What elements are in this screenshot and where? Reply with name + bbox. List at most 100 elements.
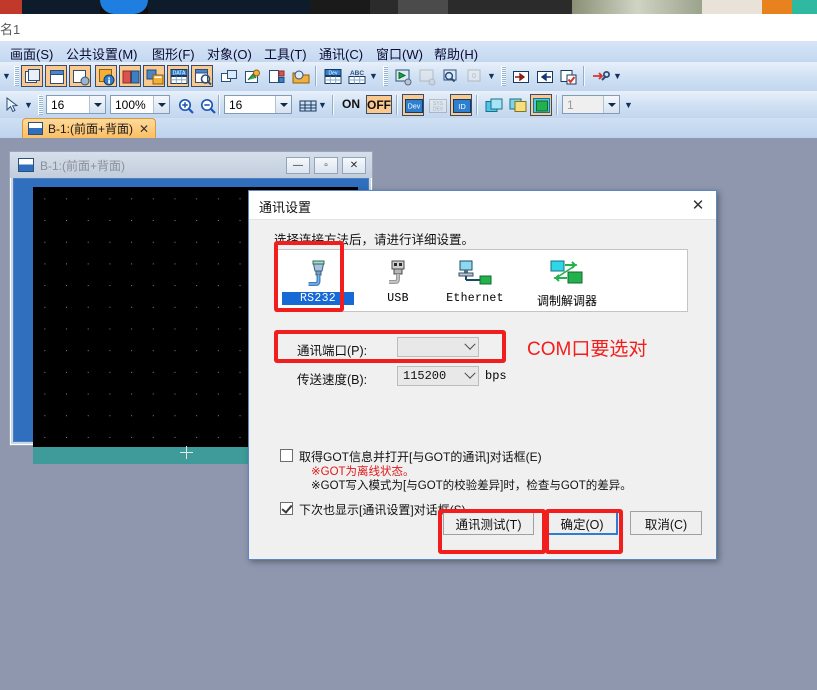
svg-text:0: 0 [472,73,476,80]
verify-with-got-button[interactable] [557,65,579,87]
abc-text-button[interactable]: ABC [345,65,367,87]
rs232-connector-icon [282,250,354,292]
menu-item-object[interactable]: 对象(O) [205,44,254,63]
simulator-info-button[interactable]: 0 [463,65,485,87]
screen-icon [28,122,43,135]
close-icon[interactable]: ✕ [139,123,149,135]
toolbar-drag-grip[interactable] [383,66,388,86]
open-screen-button[interactable] [45,65,67,87]
connection-method-group: RS232 USB Ethernet 调制解调器 [275,249,688,312]
toolbar-drag-grip[interactable] [14,66,19,86]
grid-display-button[interactable] [296,94,318,116]
menu-item-figure[interactable]: 图形(F) [150,44,197,63]
menu-item-communication[interactable]: 通讯(C) [317,44,365,63]
baud-combo[interactable]: 115200 [397,366,479,386]
export-folder-button[interactable] [289,65,311,87]
toolbar-overflow-chevron[interactable]: ▼ [2,68,11,84]
connection-label-rs232: RS232 [282,292,354,305]
comment-list-button[interactable] [143,65,165,87]
toolbar-separator [218,95,220,115]
connection-label-modem: 调制解调器 [536,294,597,308]
toolbar-separator [396,95,398,115]
connection-option-modem[interactable]: 调制解调器 [524,250,610,311]
maximize-icon[interactable]: ▫ [314,156,338,174]
toolbar-overflow-chevron[interactable]: ▼ [487,68,496,84]
menu-item-tools[interactable]: 工具(T) [262,44,309,63]
chevron-down-icon[interactable] [603,96,619,113]
toolbar-overflow-chevron[interactable]: ▼ [613,68,622,84]
simulator-start-button[interactable] [391,65,413,87]
grid-size-combo[interactable]: 16 [224,95,292,114]
close-icon[interactable]: ✕ [342,156,366,174]
toolbar-overflow-chevron[interactable]: ▼ [369,68,378,84]
data-list-button[interactable]: DATA [167,65,189,87]
toolbar-drag-grip[interactable] [38,95,43,115]
menu-item-screen[interactable]: 画面(S) [8,44,55,63]
document-tab-b1[interactable]: B-1:(前面+背面) ✕ [22,118,157,138]
desktop-strip-segment [0,0,22,14]
zoom-level-combo[interactable]: 100% [110,95,170,114]
chevron-down-icon[interactable] [89,96,105,113]
menu-item-common[interactable]: 公共设置(M) [64,44,140,63]
screen-property-button[interactable] [69,65,91,87]
object-id-button[interactable]: ID [450,94,472,116]
close-icon[interactable]: ✕ [680,191,716,219]
toolbar-overflow-chevron[interactable]: ▼ [24,97,33,113]
chevron-down-icon[interactable] [153,96,169,113]
toolbar-overflow-chevron[interactable]: ▼ [624,97,633,113]
project-tree-button[interactable] [265,65,287,87]
refresh-screen-button[interactable] [241,65,263,87]
library-book-button[interactable] [119,65,141,87]
port-combo[interactable] [397,337,479,357]
layer-front-button[interactable] [506,94,528,116]
communication-test-button[interactable]: 通讯测试(T) [443,511,534,535]
simulator-stop-button[interactable] [415,65,437,87]
toolbar-drag-grip[interactable] [501,66,506,86]
connection-option-ethernet[interactable]: Ethernet [439,250,511,311]
font-size-value: 16 [51,97,65,112]
modem-icon [524,250,610,292]
layer-select-combo[interactable]: 1 [562,95,620,114]
device-label-button[interactable]: Dev [402,94,424,116]
grid-dropdown-chevron[interactable]: ▼ [318,97,327,113]
layer-back-button[interactable] [482,94,504,116]
chevron-down-icon[interactable] [461,367,478,385]
zoom-in-button[interactable] [174,94,196,116]
layer-all-button[interactable] [530,94,552,116]
preview-search-button[interactable] [191,65,213,87]
checkbox-show-next-time[interactable] [280,502,293,515]
system-device-label-button[interactable]: SYS DEV [426,94,448,116]
ok-button[interactable]: 确定(O) [546,511,618,535]
communication-settings-button[interactable] [589,65,611,87]
chevron-down-icon[interactable] [275,96,291,113]
chevron-down-icon[interactable] [461,338,478,356]
desktop-strip-segment [310,0,370,14]
menu-item-help[interactable]: 帮助(H) [432,44,480,63]
svg-text:ID: ID [458,102,466,111]
read-from-got-button[interactable] [533,65,555,87]
desktop-strip-segment [572,0,702,14]
system-environment-button[interactable] [95,65,117,87]
state-on-button[interactable]: ON [338,95,364,114]
state-off-button[interactable]: OFF [366,95,392,114]
baud-value: 115200 [403,369,447,383]
cancel-button[interactable]: 取消(C) [630,511,702,535]
checkbox-get-got-info[interactable] [280,449,293,462]
connection-option-rs232[interactable]: RS232 [282,250,354,311]
usb-connector-icon [362,250,434,292]
menu-item-window[interactable]: 窗口(W) [374,44,425,63]
desktop-strip-segment [100,0,148,14]
select-tool-button[interactable] [0,93,22,115]
write-to-got-button[interactable] [509,65,531,87]
zoom-out-button[interactable] [196,94,218,116]
simulator-settings-button[interactable] [439,65,461,87]
connection-option-usb[interactable]: USB [362,250,434,311]
minimize-icon[interactable]: — [286,156,310,174]
document-tab-strip: B-1:(前面+背面) ✕ [0,118,817,139]
window-arrange-button[interactable] [217,65,239,87]
ethernet-network-icon [439,250,511,292]
device-monitor-button[interactable]: Dev [321,65,343,87]
new-screen-button[interactable] [21,65,43,87]
dialog-title: 通讯设置 [259,200,312,215]
font-size-combo[interactable]: 16 [46,95,106,114]
